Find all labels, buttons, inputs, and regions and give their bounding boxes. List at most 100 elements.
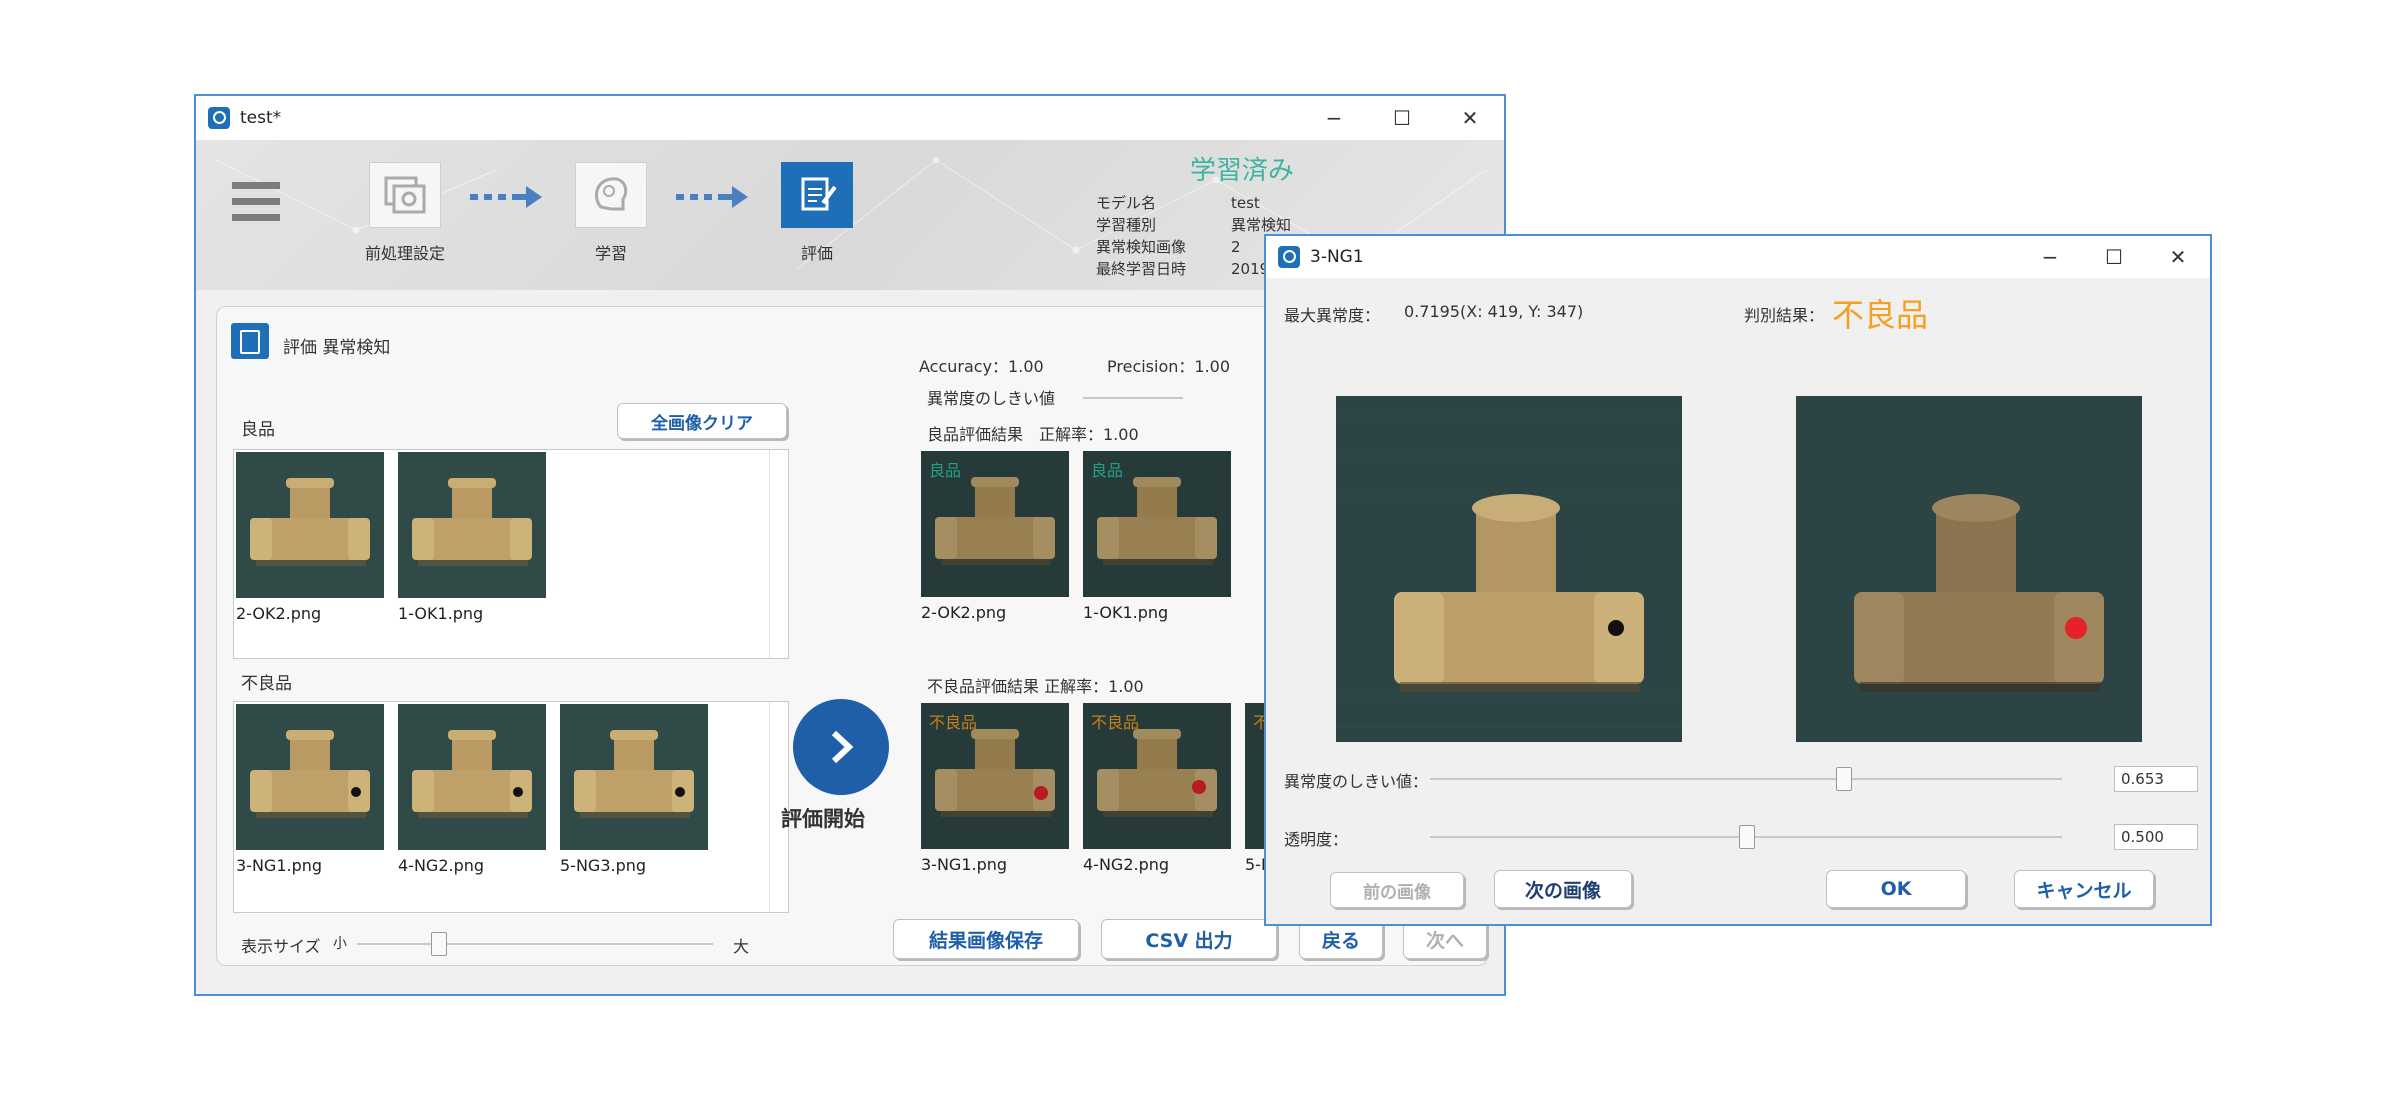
- good-image-list[interactable]: 2-OK2.png 1-OK1.png: [233, 449, 789, 659]
- close-button[interactable]: ✕: [1436, 96, 1504, 140]
- step-preprocess[interactable]: 前処理設定: [340, 162, 470, 264]
- model-info-key: 学習種別: [1096, 216, 1157, 234]
- window-title: test*: [240, 108, 282, 128]
- good-result-label: 良品評価結果 正解率：1.00: [927, 425, 1139, 444]
- step-label: 評価: [800, 244, 833, 263]
- pipe-image: [398, 704, 546, 850]
- image-filename: 1-OK1.png: [1083, 603, 1169, 622]
- threshold-label: 異常度のしきい値：: [1284, 772, 1429, 791]
- step-learning[interactable]: 学習: [546, 162, 676, 264]
- prev-image-button[interactable]: 前の画像: [1330, 872, 1464, 908]
- model-info-value: test: [1231, 194, 1260, 212]
- threshold-track[interactable]: [1083, 397, 1183, 399]
- accuracy-value: Accuracy：1.00: [919, 357, 1044, 376]
- arrow-icon: [470, 186, 542, 208]
- list-item[interactable]: 5-NG3.png: [560, 704, 708, 875]
- save-results-button[interactable]: 結果画像保存: [893, 919, 1079, 959]
- result-dialog: 3-NG1 − ☐ ✕ 最大異常度： 0.7195(X: 419, Y: 347…: [1264, 234, 2212, 926]
- threshold-slider[interactable]: [1835, 767, 1852, 791]
- brain-icon: [575, 162, 647, 228]
- image-filename: 1-OK1.png: [398, 604, 484, 623]
- image-filename: 3-NG1.png: [236, 856, 323, 875]
- list-item[interactable]: 3-NG1.png: [236, 704, 384, 875]
- judgement-label: 判別結果：: [1744, 306, 1825, 325]
- pipe-image: [398, 452, 546, 598]
- pipe-image: [236, 704, 384, 850]
- app-icon: [208, 107, 230, 129]
- image-filename: 4-NG2.png: [398, 856, 485, 875]
- list-item[interactable]: 良品 1-OK1.png: [1083, 451, 1231, 622]
- dialog-titlebar: 3-NG1 − ☐ ✕: [1266, 236, 2210, 278]
- image-filename: 2-OK2.png: [921, 603, 1007, 622]
- evaluate-icon: [231, 323, 269, 359]
- max-anomaly-label: 最大異常度：: [1284, 306, 1381, 325]
- start-evaluation-button[interactable]: [793, 699, 889, 795]
- model-info-value: 2: [1231, 238, 1241, 256]
- list-item[interactable]: 不良品 4-NG2.png: [1083, 703, 1231, 874]
- arrow-icon: [676, 186, 748, 208]
- list-item[interactable]: 2-OK2.png: [236, 452, 384, 623]
- app-icon: [1278, 246, 1300, 268]
- result-tag: 不良品: [1091, 713, 1140, 732]
- step-evaluate[interactable]: 評価: [752, 162, 882, 264]
- dialog-title: 3-NG1: [1310, 247, 1364, 267]
- step-label: 前処理設定: [364, 244, 445, 263]
- size-small-label: 小: [333, 936, 347, 952]
- list-item[interactable]: 良品 2-OK2.png: [921, 451, 1069, 622]
- image-filename: 4-NG2.png: [1083, 855, 1170, 874]
- heatmap-image: [1796, 396, 2142, 742]
- model-info-key: モデル名: [1096, 194, 1157, 212]
- ok-button[interactable]: OK: [1826, 870, 1966, 908]
- image-filename: 2-OK2.png: [236, 604, 322, 623]
- bad-section-label: 不良品: [241, 674, 292, 694]
- next-image-button[interactable]: 次の画像: [1494, 870, 1632, 908]
- model-info-key: 最終学習日時: [1096, 260, 1187, 278]
- transparency-input[interactable]: 0.500: [2114, 824, 2198, 850]
- chevron-right-icon: [831, 730, 854, 764]
- maximize-button[interactable]: ☐: [2082, 236, 2146, 278]
- size-large-label: 大: [733, 937, 750, 956]
- model-info-key: 異常検知画像: [1096, 238, 1187, 256]
- pipe-image: 良品: [921, 451, 1069, 597]
- panel-title: 評価 異常検知: [283, 338, 391, 358]
- bad-result-label: 不良品評価結果 正解率：1.00: [927, 677, 1144, 696]
- good-section-label: 良品: [241, 420, 275, 440]
- list-item[interactable]: 不良品 3-NG1.png: [921, 703, 1069, 874]
- clear-all-button[interactable]: 全画像クリア: [617, 403, 787, 439]
- maximize-button[interactable]: ☐: [1368, 96, 1436, 140]
- pipe-image: 良品: [1083, 451, 1231, 597]
- judgement-value: 不良品: [1832, 296, 1929, 334]
- precision-value: Precision：1.00: [1107, 357, 1231, 376]
- model-info: モデル名 test 学習種別 異常検知 異常検知画像 2 最終学習日時 2019: [1096, 192, 1291, 280]
- close-button[interactable]: ✕: [2146, 236, 2210, 278]
- display-size-slider[interactable]: [431, 932, 447, 956]
- list-item[interactable]: 1-OK1.png: [398, 452, 546, 623]
- image-filename: 5-NG3.png: [560, 856, 647, 875]
- learned-status: 学習済み: [1190, 156, 1295, 186]
- threshold-input[interactable]: 0.653: [2114, 766, 2198, 792]
- pipe-image: [236, 452, 384, 598]
- transparency-slider[interactable]: [1739, 825, 1755, 849]
- result-tag: 良品: [929, 461, 962, 480]
- model-info-value: 異常検知: [1231, 216, 1292, 234]
- start-evaluation-label: 評価開始: [781, 807, 865, 831]
- cancel-button[interactable]: キャンセル: [2014, 870, 2154, 908]
- preprocess-icon: [369, 162, 441, 228]
- minimize-button[interactable]: −: [1300, 96, 1368, 140]
- threshold-track[interactable]: [1430, 778, 2062, 780]
- csv-export-button[interactable]: CSV 出力: [1101, 919, 1277, 959]
- result-tag: 不良品: [929, 713, 978, 732]
- minimize-button[interactable]: −: [2018, 236, 2082, 278]
- step-label: 学習: [594, 244, 627, 263]
- scrollbar[interactable]: [769, 450, 788, 658]
- menu-icon[interactable]: [232, 182, 280, 226]
- pipe-image: 不良品: [1083, 703, 1231, 849]
- display-size-label: 表示サイズ: [241, 937, 321, 956]
- display-size-track[interactable]: [357, 943, 713, 945]
- main-titlebar: test* − ☐ ✕: [196, 96, 1504, 140]
- transparency-label: 透明度：: [1284, 830, 1349, 849]
- threshold-label: 異常度のしきい値: [927, 389, 1056, 408]
- original-image: [1336, 396, 1682, 742]
- list-item[interactable]: 4-NG2.png: [398, 704, 546, 875]
- bad-image-list[interactable]: 3-NG1.png 4-NG2.png 5-NG3.png: [233, 701, 789, 913]
